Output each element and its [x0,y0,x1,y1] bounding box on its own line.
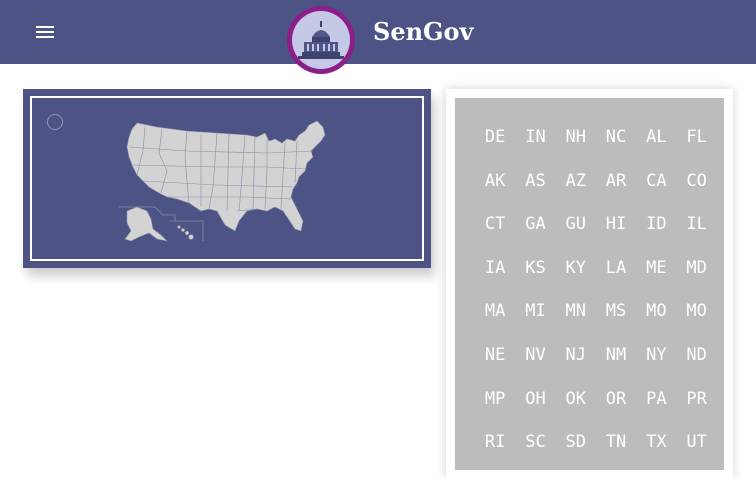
state-code-ks[interactable]: KS [515,258,555,302]
state-code-de[interactable]: DE [475,127,515,171]
state-code-mo[interactable]: MO [636,301,676,345]
state-code-nd[interactable]: ND [676,345,716,389]
map-card [23,89,431,268]
state-code-nv[interactable]: NV [515,345,555,389]
state-code-ca[interactable]: CA [636,171,676,215]
state-code-ky[interactable]: KY [556,258,596,302]
state-code-mi[interactable]: MI [515,301,555,345]
state-code-ak[interactable]: AK [475,171,515,215]
state-code-mn[interactable]: MN [556,301,596,345]
app-title: SenGov [373,17,474,46]
state-code-nj[interactable]: NJ [556,345,596,389]
state-code-ne[interactable]: NE [475,345,515,389]
menu-icon[interactable] [34,24,56,41]
state-code-gu[interactable]: GU [556,214,596,258]
state-code-ga[interactable]: GA [515,214,555,258]
state-code-ia[interactable]: IA [475,258,515,302]
state-code-sd[interactable]: SD [556,432,596,476]
map-frame [30,96,424,261]
state-code-fl[interactable]: FL [676,127,716,171]
state-code-az[interactable]: AZ [556,171,596,215]
state-code-la[interactable]: LA [596,258,636,302]
state-code-oh[interactable]: OH [515,389,555,433]
state-code-al[interactable]: AL [636,127,676,171]
state-code-mo[interactable]: MO [676,301,716,345]
state-code-sc[interactable]: SC [515,432,555,476]
state-list-card: DE IN NH NC AL FL AK AS AZ AR CA CO CT GA GU HI ID IL IA KS… [446,89,733,479]
state-code-nm[interactable]: NM [596,345,636,389]
state-code-ok[interactable]: OK [556,389,596,433]
state-code-md[interactable]: MD [676,258,716,302]
state-code-tn[interactable]: TN [596,432,636,476]
state-code-ms[interactable]: MS [596,301,636,345]
state-code-pr[interactable]: PR [676,389,716,433]
capitol-icon[interactable] [287,6,355,74]
state-code-ut[interactable]: UT [676,432,716,476]
state-code-or[interactable]: OR [596,389,636,433]
state-code-co[interactable]: CO [676,171,716,215]
state-code-mp[interactable]: MP [475,389,515,433]
circle-icon[interactable] [47,114,63,130]
state-code-grid: DE IN NH NC AL FL AK AS AZ AR CA CO CT GA GU HI ID IL IA KS… [475,127,717,476]
state-code-hi[interactable]: HI [596,214,636,258]
state-code-nh[interactable]: NH [556,127,596,171]
state-code-in[interactable]: IN [515,127,555,171]
state-code-ri[interactable]: RI [475,432,515,476]
app-header: SenGov [0,0,756,74]
state-code-pa[interactable]: PA [636,389,676,433]
state-code-me[interactable]: ME [636,258,676,302]
state-code-as[interactable]: AS [515,171,555,215]
state-code-nc[interactable]: NC [596,127,636,171]
state-code-tx[interactable]: TX [636,432,676,476]
state-code-ct[interactable]: CT [475,214,515,258]
state-code-ny[interactable]: NY [636,345,676,389]
state-code-ma[interactable]: MA [475,301,515,345]
state-code-id[interactable]: ID [636,214,676,258]
state-list-panel: DE IN NH NC AL FL AK AS AZ AR CA CO CT GA GU HI ID IL IA KS… [453,96,726,472]
state-code-il[interactable]: IL [676,214,716,258]
us-map-icon[interactable] [117,111,332,246]
state-code-ar[interactable]: AR [596,171,636,215]
